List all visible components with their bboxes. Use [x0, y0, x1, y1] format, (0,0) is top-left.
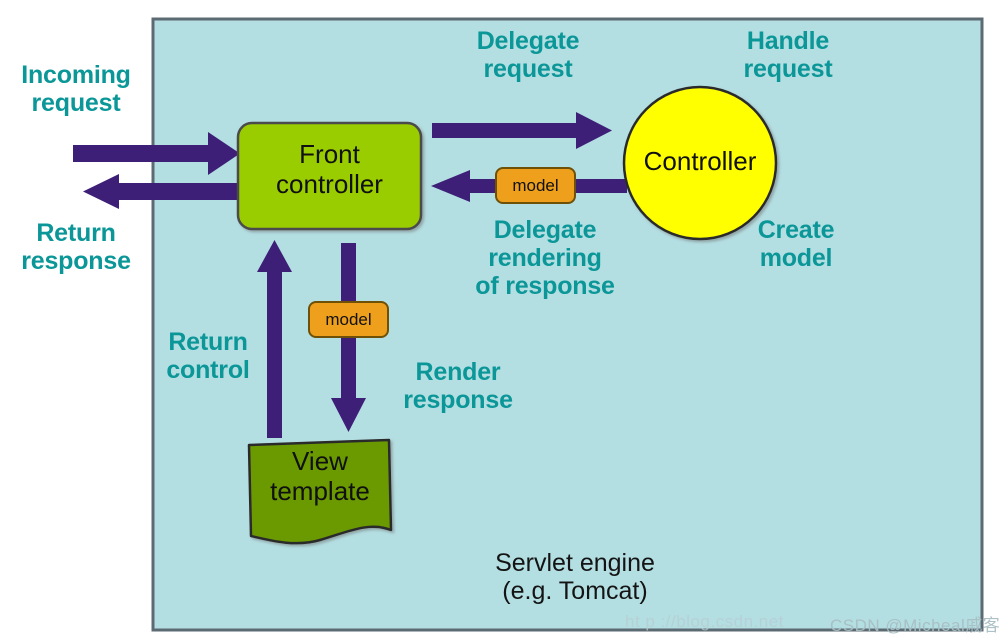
- flow-label-delegate-request: Delegate request: [476, 27, 580, 83]
- flow-label-render-response: Render response: [403, 358, 513, 414]
- diagram-canvas: Front controller Controller View templat…: [0, 0, 1006, 639]
- servlet-engine-caption: Servlet engine (e.g. Tomcat): [495, 549, 655, 605]
- badge-model-view: [308, 301, 389, 338]
- watermark-primary: CSDN @Micheal戚客: [830, 616, 1001, 635]
- badge-model-controller: [495, 167, 576, 204]
- flow-label-delegate-rendering: Delegate rendering of response: [475, 216, 615, 300]
- flow-label-return-response: Return response: [21, 219, 131, 275]
- node-front-controller[interactable]: [236, 121, 423, 231]
- flow-label-incoming-request: Incoming request: [21, 61, 131, 117]
- flow-label-create-model: Create model: [757, 216, 835, 272]
- flow-label-return-control: Return control: [166, 328, 250, 384]
- flow-label-handle-request: Handle request: [743, 27, 833, 83]
- watermark-secondary: ht p ://blog.csdn.net: [625, 612, 784, 631]
- node-view-template[interactable]: [247, 438, 393, 545]
